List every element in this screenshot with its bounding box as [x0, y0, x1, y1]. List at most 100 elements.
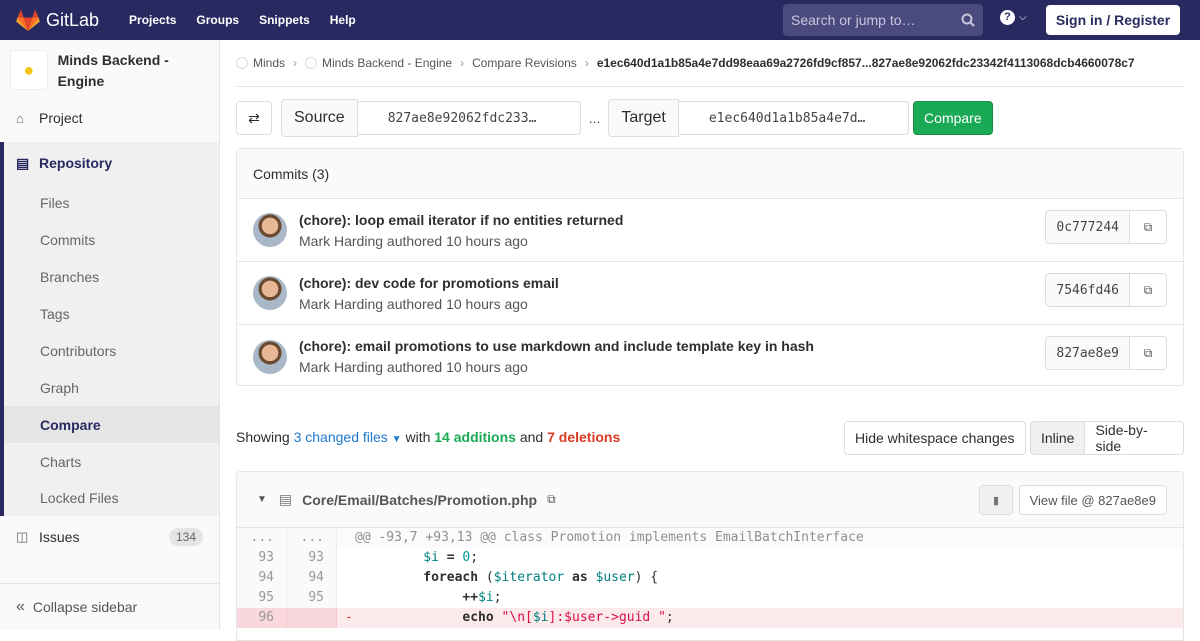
commit-sha[interactable]: 0c777244 [1045, 210, 1130, 244]
sign-in-button[interactable]: Sign in / Register [1046, 5, 1180, 35]
top-nav-links: Projects Groups Snippets Help [129, 13, 376, 27]
nav-snippets[interactable]: Snippets [259, 13, 310, 27]
home-icon: ⌂ [16, 110, 24, 126]
sidebar-item-issues[interactable]: ◫ Issues 134 [0, 519, 219, 555]
sidebar-item-locked-files[interactable]: Locked Files [4, 480, 219, 516]
sidebar-project-header[interactable]: ● Minds Backend - Engine [0, 40, 219, 102]
view-file-button[interactable]: View file @ 827ae8e9 [1018, 485, 1167, 515]
copy-sha-button[interactable]: ⧉ [1130, 273, 1167, 307]
sidebar-item-charts[interactable]: Charts [4, 443, 219, 480]
commits-header: Commits (3) [237, 149, 1183, 199]
revision-separator: ... [588, 110, 601, 126]
new-line-number[interactable] [287, 608, 337, 628]
search-input[interactable]: Search or jump to… [783, 4, 983, 36]
new-line-number[interactable]: 95 [287, 588, 337, 608]
old-line-number[interactable]: 96 [237, 608, 287, 628]
commit-meta: Mark Harding authored 10 hours ago [299, 296, 559, 312]
new-line-number: ... [287, 528, 337, 548]
new-line-number[interactable]: 93 [287, 548, 337, 568]
diff-line-code: ++$i; [462, 590, 502, 605]
sidebar-item-files[interactable]: Files [4, 184, 219, 221]
commit-row[interactable]: (chore): email promotions to use markdow… [237, 325, 1183, 388]
diff-line-code: - echo "\n[$i]:$user->guid "; [345, 610, 674, 625]
issues-icon: ◫ [16, 529, 29, 544]
project-sidebar: ● Minds Backend - Engine ⌂ Project ▤ Rep… [0, 40, 220, 630]
sidebar-item-project[interactable]: ⌂ Project [0, 100, 219, 136]
top-navbar: GitLab Projects Groups Snippets Help Sea… [0, 0, 1200, 40]
collapse-caret-icon[interactable]: ▼ [257, 494, 267, 505]
additions-count: 14 additions [434, 429, 516, 445]
sidebar-item-label: Issues [39, 529, 80, 545]
commit-author[interactable]: Mark Harding [299, 296, 383, 312]
diff-line-code: @@ -93,7 +93,13 @@ class Promotion imple… [337, 528, 1183, 548]
nav-groups[interactable]: Groups [196, 13, 239, 27]
commits-panel: Commits (3) (chore): loop email iterator… [236, 148, 1184, 386]
old-line-number[interactable]: 93 [237, 548, 287, 568]
old-line-number: ... [237, 528, 287, 548]
deletions-count: 7 deletions [547, 429, 621, 445]
sidebar-item-commits[interactable]: Commits [4, 221, 219, 258]
chevron-right-icon: › [460, 56, 465, 70]
copy-path-icon[interactable]: ⧉ [547, 492, 556, 507]
caret-down-icon: ▼ [391, 434, 402, 445]
old-line-number[interactable]: 95 [237, 588, 287, 608]
comment-icon: ▮ [992, 494, 1000, 507]
copy-icon: ⧉ [1143, 282, 1153, 297]
author-avatar[interactable] [253, 276, 287, 310]
collapse-sidebar-button[interactable]: « Collapse sidebar [0, 583, 219, 630]
commit-title[interactable]: (chore): dev code for promotions email [299, 275, 559, 291]
sidebar-item-contributors[interactable]: Contributors [4, 332, 219, 369]
inline-view-button[interactable]: Inline [1030, 421, 1086, 455]
commit-sha[interactable]: 827ae8e9 [1045, 336, 1130, 370]
sidebar-item-tags[interactable]: Tags [4, 295, 219, 332]
compare-button[interactable]: Compare [912, 101, 993, 135]
diff-line-deleted: 96 - echo "\n[$i]:$user->guid "; [237, 608, 1183, 628]
hide-whitespace-button[interactable]: Hide whitespace changes [844, 421, 1026, 455]
side-by-side-view-button[interactable]: Side-by-side [1085, 421, 1184, 455]
help-dropdown[interactable]: ? ⌵ [1000, 10, 1027, 25]
author-avatar[interactable] [253, 213, 287, 247]
diff-hunk-header: ... ... @@ -93,7 +93,13 @@ class Promoti… [237, 528, 1183, 548]
swap-icon: ⇄ [248, 109, 260, 126]
commit-title[interactable]: (chore): email promotions to use markdow… [299, 338, 814, 354]
commit-title[interactable]: (chore): loop email iterator if no entit… [299, 212, 623, 228]
commit-sha[interactable]: 7546fd46 [1045, 273, 1130, 307]
commit-author[interactable]: Mark Harding [299, 359, 383, 375]
commit-row[interactable]: (chore): dev code for promotions email M… [237, 262, 1183, 325]
source-revision-input[interactable]: 827ae8e92062fdc233… [357, 101, 581, 135]
diff-view-toggle: Inline Side-by-side [1030, 421, 1184, 455]
breadcrumb-item[interactable]: Minds [253, 56, 285, 70]
nav-help[interactable]: Help [330, 13, 356, 27]
commit-sha-group: 0c777244 ⧉ [1045, 210, 1167, 244]
diff-file-header: ▼ ▤ Core/Email/Batches/Promotion.php ⧉ ▮… [237, 472, 1183, 528]
sidebar-item-graph[interactable]: Graph [4, 369, 219, 406]
toggle-comments-button[interactable]: ▮ [979, 485, 1013, 515]
breadcrumb-item[interactable]: Minds Backend - Engine [322, 56, 452, 70]
commit-author[interactable]: Mark Harding [299, 233, 383, 249]
and-label: and [519, 429, 544, 445]
source-label: Source [281, 99, 358, 137]
double-chevron-left-icon: « [16, 598, 25, 615]
copy-sha-button[interactable]: ⧉ [1130, 210, 1167, 244]
sidebar-item-branches[interactable]: Branches [4, 258, 219, 295]
project-avatar-icon [305, 57, 318, 69]
copy-sha-button[interactable]: ⧉ [1130, 336, 1167, 370]
sidebar-item-compare[interactable]: Compare [4, 406, 219, 443]
diff-file-path[interactable]: Core/Email/Batches/Promotion.php [302, 492, 537, 508]
commit-time: authored 10 hours ago [386, 295, 528, 312]
gitlab-logo[interactable]: GitLab [16, 9, 99, 31]
old-line-number[interactable]: 94 [237, 568, 287, 588]
nav-projects[interactable]: Projects [129, 13, 176, 27]
changed-files-dropdown[interactable]: 3 changed files ▼ [294, 429, 402, 445]
new-line-number[interactable]: 94 [287, 568, 337, 588]
chevron-down-icon: ⌵ [1019, 12, 1027, 23]
breadcrumb-item[interactable]: Compare Revisions [472, 56, 577, 70]
author-avatar[interactable] [253, 339, 287, 374]
commit-row[interactable]: (chore): loop email iterator if no entit… [237, 199, 1183, 262]
issues-count-badge: 134 [168, 528, 203, 546]
breadcrumb: Minds › Minds Backend - Engine › Compare… [236, 40, 1184, 87]
sidebar-item-repository[interactable]: ▤ Repository [4, 142, 219, 184]
target-revision-input[interactable]: e1ec640d1a1b85a4e7d… [678, 101, 909, 135]
compare-form: ⇄ Source 827ae8e92062fdc233… ... Target … [236, 99, 993, 137]
swap-revisions-button[interactable]: ⇄ [236, 101, 272, 135]
